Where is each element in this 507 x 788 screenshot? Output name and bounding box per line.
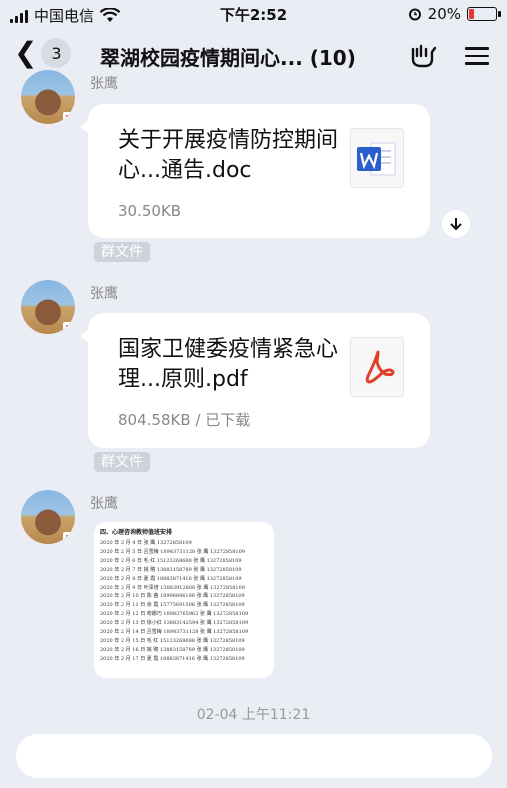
battery-level <box>469 9 474 19</box>
message-input[interactable] <box>16 734 492 778</box>
avatar[interactable] <box>21 490 75 544</box>
sender-name: 张鹰 <box>90 496 118 512</box>
image-doc-row: 2020 年 2 月 6 日 毛 红 15123268688 张 鹰 13272… <box>100 557 242 564</box>
back-chevron-icon: ❮ <box>14 36 38 69</box>
word-file-icon <box>350 128 404 188</box>
image-doc-row: 2020 年 2 月 16 日 姚 略 13883158789 张 鹰 1327… <box>100 646 245 653</box>
avatar-badge-icon <box>63 322 75 334</box>
group-file-tag: 群文件 <box>94 242 150 262</box>
image-doc-table: 2020 年 2 月 4 日 张 鹰 13272858109 2020 年 2 月… <box>100 539 268 664</box>
file-size: 30.50KB <box>118 202 182 220</box>
download-arrow-icon <box>450 218 462 231</box>
pdf-file-icon <box>350 337 404 397</box>
image-doc-row: 2020 年 2 月 14 日 吕雪梅 18983731128 张 鹰 1327… <box>100 629 249 636</box>
image-doc-row: 2020 年 2 月 11 日 余 霞 15775691506 张 鹰 1327… <box>100 602 245 609</box>
image-doc-row: 2020 年 2 月 9 日 叶泽培 13883912808 张 鹰 13272… <box>100 584 245 591</box>
header-actions <box>409 42 489 70</box>
image-doc-row: 2020 年 2 月 4 日 张 鹰 13272858109 <box>100 540 192 546</box>
image-doc-row: 2020 年 2 月 15 日 毛 红 15123268688 张 鹰 1327… <box>100 637 245 644</box>
alarm-icon <box>408 8 421 21</box>
status-right: 20% <box>408 5 501 23</box>
image-doc-row: 2020 年 2 月 5 日 吕雪梅 18983731128 张 鹰 13272… <box>100 548 245 555</box>
chat-title[interactable]: 翠湖校园疫情期间心... (10) <box>100 42 356 71</box>
file-name: 国家卫健委疫情紧急心理...原则.pdf <box>118 337 339 392</box>
battery-percent: 20% <box>427 5 461 23</box>
status-bar: 中国电信 下午2:52 20% <box>0 0 507 28</box>
image-message[interactable]: 四、心理咨询教师值班安排 2020 年 2 月 4 日 张 鹰 13272858… <box>94 522 274 678</box>
image-doc-row: 2020 年 2 月 10 日 陈 茜 18996896188 张 鹰 1327… <box>100 593 245 600</box>
avatar-badge-icon <box>63 112 75 124</box>
image-doc-title: 四、心理咨询教师值班安排 <box>100 529 173 536</box>
image-doc-row: 2020 年 2 月 17 日 夏 霞 18883871416 张 鹰 1327… <box>100 655 245 662</box>
message-timestamp: 02-04 上午11:21 <box>196 707 311 723</box>
sender-name: 张鹰 <box>90 76 118 92</box>
chat-header: ❮ 3 翠湖校园疫情期间心... (10) <box>0 28 507 80</box>
image-doc-row: 2020 年 2 月 12 日 苟娜巧 18983765962 张 鹰 1327… <box>100 611 249 618</box>
download-button[interactable] <box>442 210 470 238</box>
file-message-pdf[interactable]: 国家卫健委疫情紧急心理...原则.pdf 804.58KB / 已下载 <box>80 313 430 448</box>
file-message-doc[interactable]: 关于开展疫情防控期间心...通告.doc 30.50KB <box>80 104 430 238</box>
image-doc-row: 2020 年 2 月 8 日 夏 霞 18883871416 张 鹰 13272… <box>100 575 242 582</box>
file-name: 关于开展疫情防控期间心...通告.doc <box>118 128 339 183</box>
avatar[interactable] <box>21 280 75 334</box>
image-doc-row: 2020 年 2 月 7 日 姚 略 13883158789 张 鹰 13272… <box>100 566 242 573</box>
back-button[interactable]: ❮ 3 <box>14 36 72 69</box>
avatar[interactable] <box>21 70 75 124</box>
battery-icon <box>467 7 501 21</box>
avatar-badge-icon <box>63 532 75 544</box>
image-doc-row: 2020 年 2 月 13 日 徐小红 13883142594 张 鹰 1327… <box>100 620 249 627</box>
sender-name: 张鹰 <box>90 286 118 302</box>
unread-count-badge: 3 <box>41 38 72 68</box>
menu-icon[interactable] <box>465 42 489 70</box>
hand-gesture-icon[interactable] <box>409 43 437 69</box>
file-size-status: 804.58KB / 已下载 <box>118 411 251 429</box>
group-file-tag: 群文件 <box>94 452 150 472</box>
